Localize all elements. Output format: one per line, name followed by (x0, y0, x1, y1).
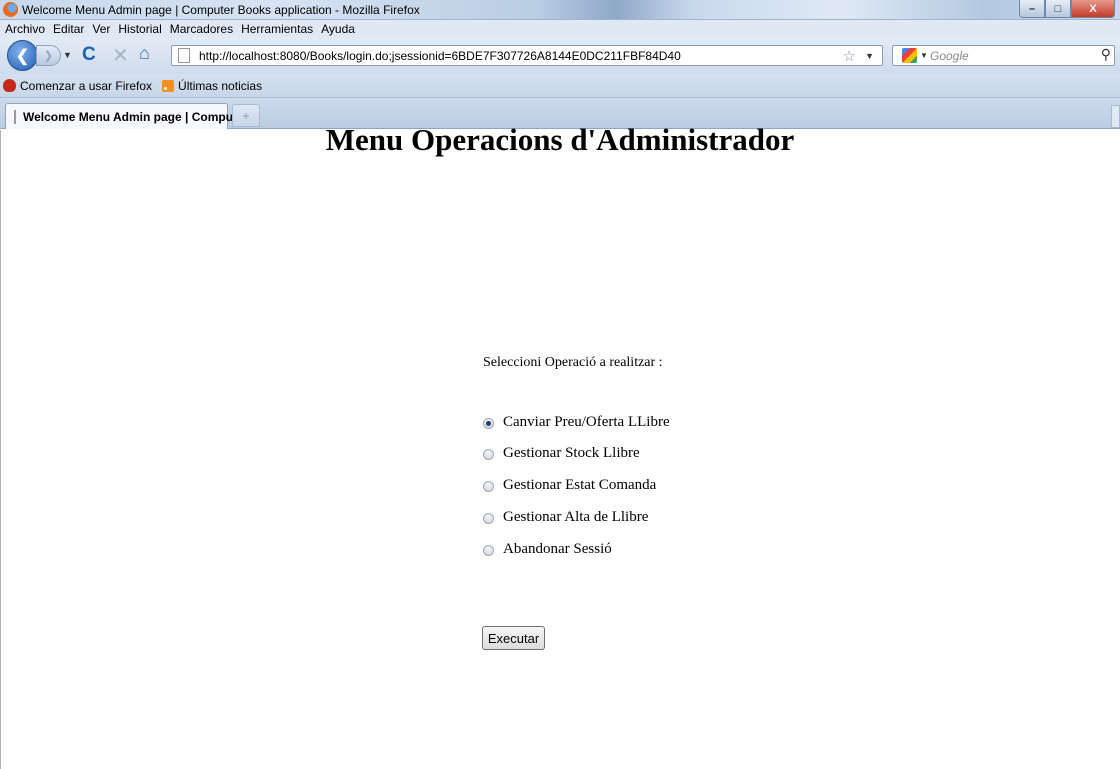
radio-button[interactable] (483, 513, 494, 524)
window-controls: – □ X (1019, 0, 1115, 18)
menu-archivo[interactable]: Archivo (5, 22, 45, 36)
rss-icon (162, 79, 175, 92)
search-engine-dropdown-icon[interactable]: ▼ (920, 51, 928, 60)
page-title: Menu Operacions d'Administrador (325, 122, 795, 157)
window-titlebar: Welcome Menu Admin page | Computer Books… (0, 0, 1120, 20)
menu-ver[interactable]: Ver (92, 22, 110, 36)
google-icon[interactable] (902, 48, 917, 63)
radio-button[interactable] (483, 481, 494, 492)
reload-icon[interactable]: C (82, 44, 96, 66)
option-label: Canviar Preu/Oferta LLibre (503, 414, 670, 430)
back-button[interactable]: ❮ (7, 40, 38, 71)
search-bar[interactable]: ▼ Google ⚲ (892, 45, 1115, 66)
stop-icon[interactable]: ✕ (112, 43, 129, 68)
maximize-button[interactable]: □ (1045, 0, 1071, 18)
menu-ayuda[interactable]: Ayuda (321, 22, 355, 36)
option-label: Gestionar Alta de Llibre (503, 509, 649, 525)
menu-bar: Archivo Editar Ver Historial Marcadores … (0, 20, 1120, 37)
operation-prompt: Seleccioni Operació a realitzar : (483, 355, 663, 370)
menu-marcadores[interactable]: Marcadores (170, 22, 233, 36)
navigation-toolbar: ❮ ❯ ▼ C ✕ ⌂ http://localhost:8080/Books/… (0, 37, 1120, 74)
close-button[interactable]: X (1071, 0, 1115, 18)
option-label: Gestionar Stock Llibre (503, 445, 640, 461)
search-input[interactable]: Google (930, 49, 969, 63)
option-gestionar-estat[interactable]: Gestionar Estat Comanda (483, 477, 656, 494)
history-dropdown-icon[interactable]: ▼ (63, 50, 72, 60)
plus-icon: + (242, 108, 250, 123)
menu-herramientas[interactable]: Herramientas (241, 22, 313, 36)
radio-button[interactable] (483, 418, 494, 429)
bookmark-latest-news[interactable]: Últimas noticias (162, 79, 262, 93)
url-bar[interactable]: http://localhost:8080/Books/login.do;jse… (171, 45, 883, 66)
minimize-button[interactable]: – (1019, 0, 1045, 18)
bookmark-label: Últimas noticias (178, 78, 263, 93)
page-icon (178, 48, 190, 63)
window-title: Welcome Menu Admin page | Computer Books… (22, 3, 420, 17)
option-label: Abandonar Sessió (503, 541, 612, 557)
executar-button[interactable]: Executar (482, 626, 545, 650)
forward-arrow-icon: ❯ (43, 50, 54, 62)
star-icon[interactable]: ☆ (843, 47, 856, 65)
bookmarks-toolbar: Comenzar a usar Firefox Últimas noticias (0, 74, 1120, 98)
option-canviar-preu[interactable]: Canviar Preu/Oferta LLibre (483, 414, 670, 431)
option-gestionar-stock[interactable]: Gestionar Stock Llibre (483, 445, 640, 462)
menu-historial[interactable]: Historial (118, 22, 161, 36)
option-abandonar-sessio[interactable]: Abandonar Sessió (483, 541, 612, 558)
firefox-logo-icon (3, 2, 18, 17)
bookmark-label: Comenzar a usar Firefox (20, 78, 153, 93)
url-text[interactable]: http://localhost:8080/Books/login.do;jse… (199, 49, 681, 63)
magnifier-icon[interactable]: ⚲ (1101, 46, 1111, 63)
option-label: Gestionar Estat Comanda (503, 477, 657, 493)
option-gestionar-alta[interactable]: Gestionar Alta de Llibre (483, 509, 648, 526)
forward-button[interactable]: ❯ (36, 45, 61, 66)
radio-button[interactable] (483, 545, 494, 556)
url-dropdown-icon[interactable]: ▼ (865, 51, 874, 61)
radio-button[interactable] (483, 449, 494, 460)
menu-editar[interactable]: Editar (53, 22, 84, 36)
back-arrow-icon: ❮ (15, 47, 30, 65)
firefox-bookmark-icon (3, 79, 16, 92)
home-icon[interactable]: ⌂ (139, 43, 150, 64)
bookmark-getting-started[interactable]: Comenzar a usar Firefox (3, 79, 152, 93)
